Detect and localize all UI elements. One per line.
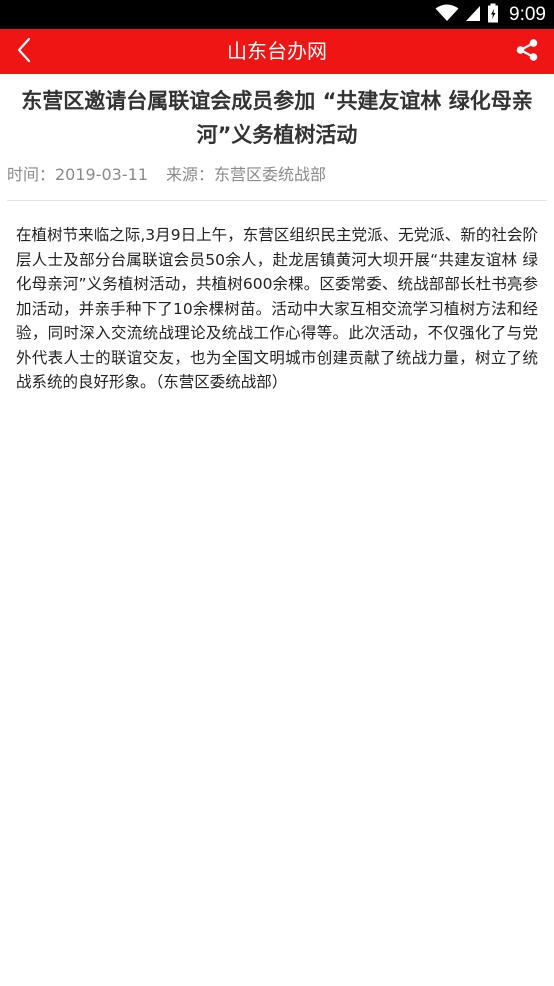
article-title: 东营区邀请台属联谊会成员参加 “共建友谊林 绿化母亲河”义务植树活动: [21, 89, 533, 147]
divider: [7, 200, 547, 201]
share-button[interactable]: [504, 29, 550, 74]
status-bar: 9:09: [0, 0, 554, 29]
status-icons: 9:09: [435, 0, 546, 29]
share-icon: [515, 38, 539, 66]
app-title: 山东台办网: [227, 39, 327, 63]
wifi-icon: [435, 4, 459, 26]
battery-icon: [487, 3, 499, 27]
article-meta: 时间：2019-03-11 来源：东营区委统战部: [7, 162, 326, 188]
status-time: 9:09: [509, 3, 546, 25]
app-bar: 山东台办网: [0, 29, 554, 74]
article-source: 来源：东营区委统战部: [166, 165, 327, 184]
article-time: 时间：2019-03-11: [7, 165, 148, 184]
article-body: 在植树节来临之际,3月9日上午，东营区组织民主党派、无党派、新的社会阶层人士及部…: [16, 226, 538, 391]
cell-signal-icon: [465, 4, 481, 26]
